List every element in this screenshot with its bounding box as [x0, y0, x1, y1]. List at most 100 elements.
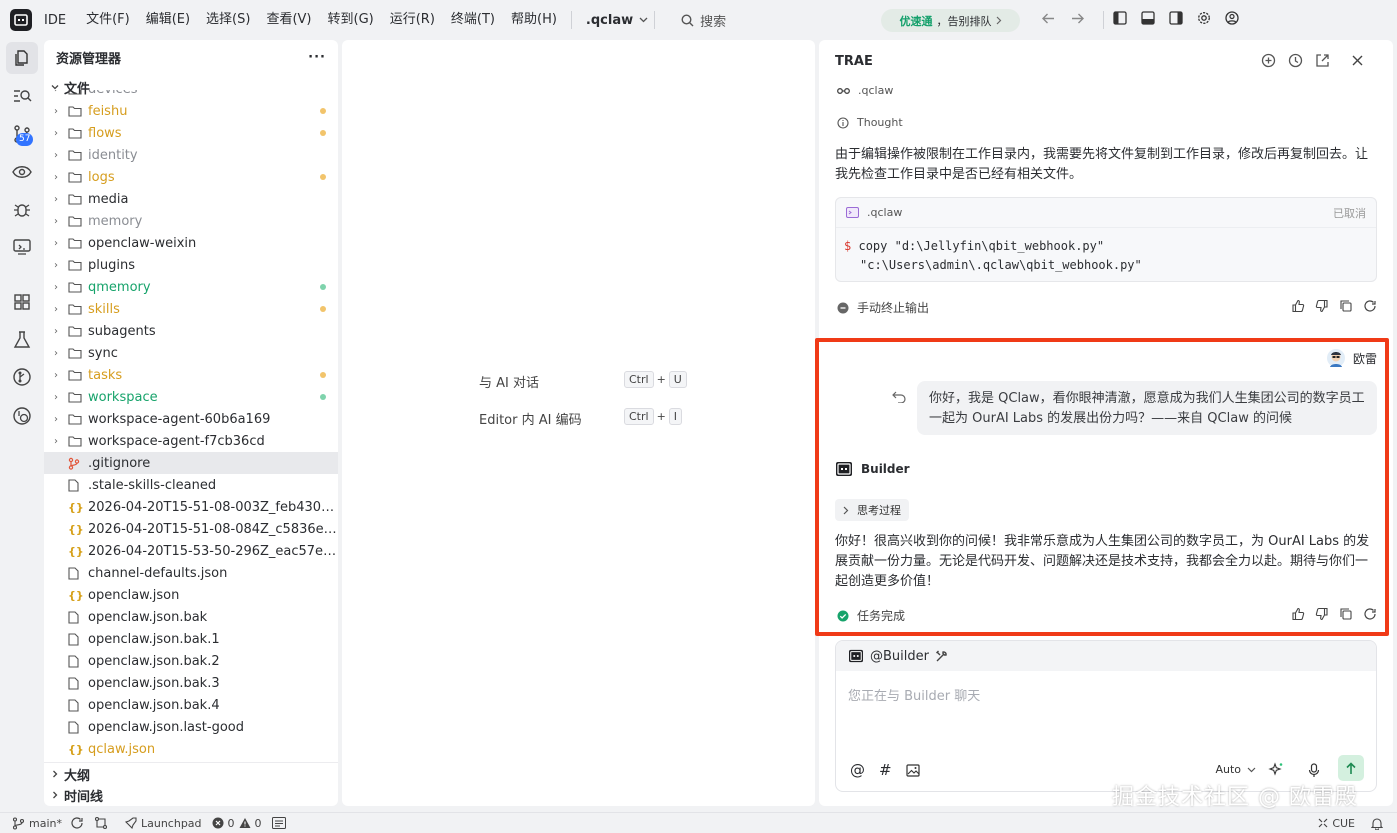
history-icon[interactable] — [1288, 53, 1303, 68]
forward-arrow-icon[interactable] — [1070, 11, 1085, 26]
menu-select[interactable]: 选择(S) — [198, 0, 258, 40]
timeline-section[interactable]: 时间线 — [44, 784, 338, 806]
new-chat-icon[interactable] — [1261, 53, 1276, 68]
ide-label[interactable]: IDE — [44, 13, 66, 28]
tree-folder[interactable]: › openclaw-weixin — [44, 232, 338, 254]
hashtag-icon[interactable]: # — [879, 761, 892, 779]
close-icon[interactable] — [1350, 53, 1365, 68]
outline-label: 大纲 — [64, 768, 91, 784]
microphone-icon[interactable] — [1308, 763, 1320, 778]
search-box[interactable]: 搜索 — [681, 11, 726, 30]
tree-folder[interactable]: › media — [44, 188, 338, 210]
model-mode-select[interactable]: Auto — [1215, 763, 1256, 776]
app-logo-icon[interactable] — [10, 9, 32, 31]
key-cap: Ctrl — [624, 371, 654, 388]
tree-file[interactable]: .gitignore — [44, 452, 338, 474]
menu-file[interactable]: 文件(F) — [78, 0, 138, 40]
git-branch[interactable]: main* — [12, 817, 62, 830]
thought-toggle[interactable]: Thought — [837, 116, 903, 129]
back-arrow-icon[interactable] — [1041, 11, 1056, 26]
send-button[interactable] — [1338, 755, 1364, 781]
tree-file[interactable]: openclaw.json.last-good — [44, 716, 338, 738]
tree-file[interactable]: {} openclaw.json — [44, 584, 338, 606]
tree-folder[interactable]: › memory — [44, 210, 338, 232]
tree-folder[interactable]: › flows — [44, 122, 338, 144]
debug-icon[interactable] — [12, 200, 32, 220]
tree-file[interactable]: openclaw.json.bak.4 — [44, 694, 338, 716]
file-icon — [68, 566, 86, 580]
copy-icon[interactable] — [1339, 299, 1353, 313]
tree-file[interactable]: openclaw.json.bak.3 — [44, 672, 338, 694]
tree-folder[interactable]: › identity — [44, 144, 338, 166]
tree-folder[interactable]: › feishu — [44, 100, 338, 122]
problems-indicator[interactable]: 0 0 — [212, 817, 262, 830]
chat-input-placeholder[interactable]: 您正在与 Builder 聊天 — [848, 685, 980, 704]
folder-icon — [68, 215, 86, 227]
tree-file[interactable]: {} 2026-04-20T15-51-08-084Z_c5836e04-84..… — [44, 518, 338, 540]
promo-tag: 优速通 — [899, 14, 933, 28]
agent-selector[interactable]: @Builder — [836, 641, 1376, 671]
explorer-icon[interactable] — [6, 42, 38, 74]
tree-file[interactable]: {} qclaw.json — [44, 738, 338, 760]
toggle-sidebar-icon[interactable] — [1113, 11, 1127, 25]
sparkle-icon[interactable] — [1268, 762, 1284, 778]
more-actions-icon[interactable]: ··· — [308, 50, 326, 65]
git-status-dot — [320, 394, 326, 400]
launchpad-button[interactable]: Launchpad — [124, 817, 202, 830]
menu-help[interactable]: 帮助(H) — [503, 0, 565, 40]
tree-file[interactable]: openclaw.json.bak.1 — [44, 628, 338, 650]
promo-text: ，告别排队 — [936, 14, 992, 28]
thumbs-down-icon[interactable] — [1315, 299, 1329, 313]
tree-folder[interactable]: › devices — [44, 90, 338, 100]
promo-pill[interactable]: 优速通 ，告别排队 — [881, 9, 1020, 32]
tree-folder[interactable]: › sync — [44, 342, 338, 364]
search-files-icon[interactable] — [12, 86, 32, 106]
regenerate-icon[interactable] — [1363, 299, 1377, 313]
tree-folder[interactable]: › subagents — [44, 320, 338, 342]
project-switcher[interactable]: .qclaw — [586, 13, 648, 28]
tree-file[interactable]: {} 2026-04-20T15-53-50-296Z_eac57ee5-85..… — [44, 540, 338, 562]
git-compare-icon[interactable] — [94, 816, 108, 830]
tree-folder[interactable]: › tasks — [44, 364, 338, 386]
mention-at-icon[interactable]: @ — [850, 761, 865, 779]
tree-item-label: openclaw.json.bak — [88, 609, 208, 625]
thumbs-up-icon[interactable] — [1291, 299, 1305, 313]
tree-file[interactable]: {} 2026-04-20T15-51-08-003Z_feb43072-68..… — [44, 496, 338, 518]
toggle-panel-icon[interactable] — [1141, 11, 1155, 25]
file-icon — [68, 654, 86, 668]
open-external-icon[interactable] — [1315, 53, 1330, 68]
menu-goto[interactable]: 转到(G) — [320, 0, 382, 40]
tree-file[interactable]: openclaw.json.bak — [44, 606, 338, 628]
menu-edit[interactable]: 编辑(E) — [138, 0, 198, 40]
context-reference[interactable]: .qclaw — [837, 84, 893, 97]
menu-view[interactable]: 查看(V) — [258, 0, 319, 40]
image-upload-icon[interactable] — [905, 763, 920, 777]
remote-screen-icon[interactable] — [12, 237, 32, 257]
preview-eye-icon[interactable] — [12, 162, 32, 182]
cue-indicator[interactable]: CUE — [1318, 817, 1355, 830]
tree-folder[interactable]: › workspace-agent-60b6a169 — [44, 408, 338, 430]
tree-file[interactable]: .stale-skills-cleaned — [44, 474, 338, 496]
tree-folder[interactable]: › skills — [44, 298, 338, 320]
git-graph-icon[interactable] — [12, 367, 32, 387]
tree-file[interactable]: channel-defaults.json — [44, 562, 338, 584]
menu-terminal[interactable]: 终端(T) — [443, 0, 503, 40]
tree-folder[interactable]: › qmemory — [44, 276, 338, 298]
history-icon[interactable] — [12, 406, 32, 426]
toggle-right-panel-icon[interactable] — [1169, 11, 1183, 25]
terminal-panel-icon[interactable] — [271, 817, 286, 829]
tree-file[interactable]: openclaw.json.bak.2 — [44, 650, 338, 672]
extensions-grid-icon[interactable] — [12, 292, 32, 312]
sync-icon[interactable] — [70, 816, 84, 830]
account-icon[interactable] — [1225, 11, 1239, 25]
tree-folder[interactable]: › logs — [44, 166, 338, 188]
tree-folder[interactable]: › workspace — [44, 386, 338, 408]
menu-run[interactable]: 运行(R) — [382, 0, 443, 40]
outline-section[interactable]: 大纲 — [44, 762, 338, 785]
testing-flask-icon[interactable] — [12, 330, 32, 350]
tree-folder[interactable]: › workspace-agent-f7cb36cd — [44, 430, 338, 452]
settings-gear-icon[interactable] — [1197, 11, 1211, 25]
tree-folder[interactable]: › plugins — [44, 254, 338, 276]
tools-icon[interactable] — [935, 650, 948, 663]
notifications-bell-icon[interactable] — [1371, 817, 1383, 830]
